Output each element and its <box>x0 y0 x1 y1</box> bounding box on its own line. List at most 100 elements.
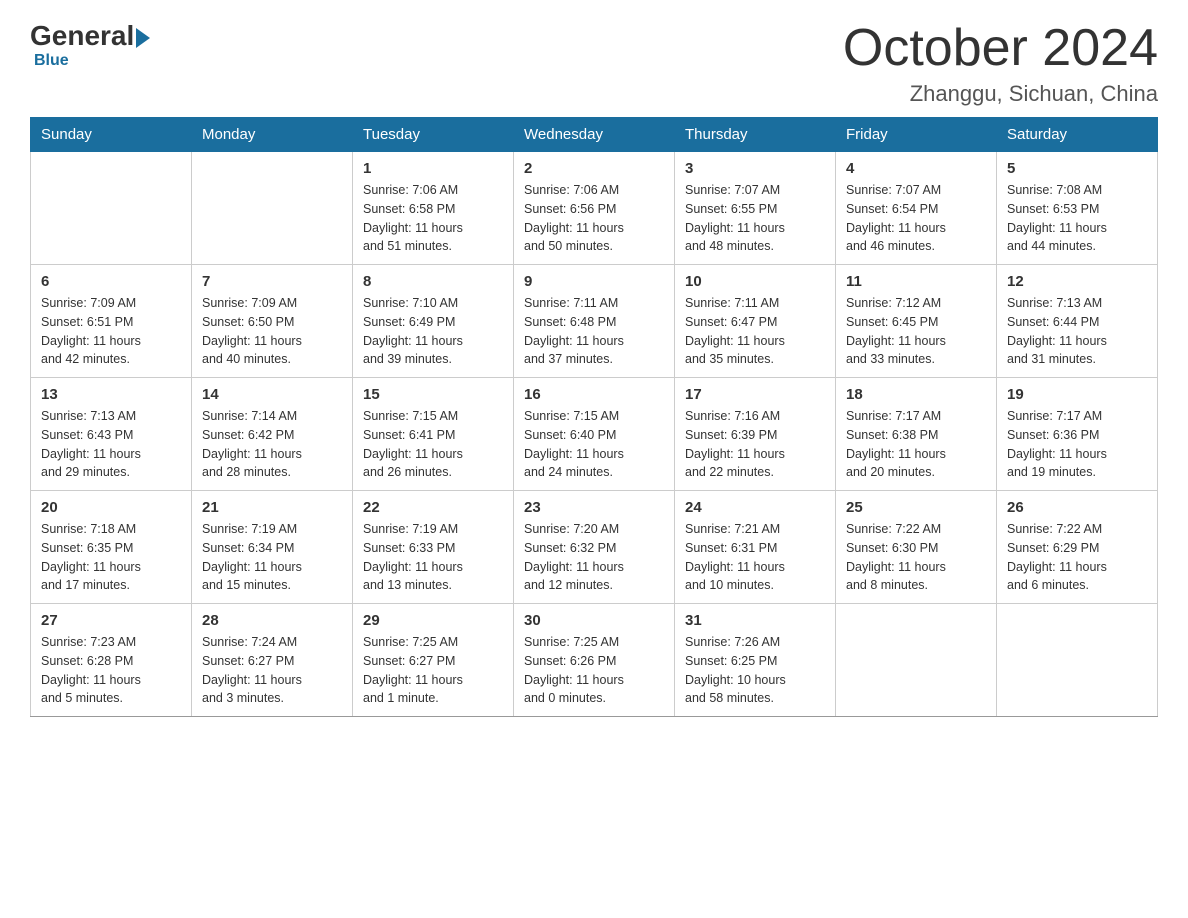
calendar-cell: 25Sunrise: 7:22 AMSunset: 6:30 PMDayligh… <box>836 491 997 604</box>
calendar-cell: 12 Sunrise: 7:13 AMSunset: 6:44 PMDayligh… <box>997 265 1158 378</box>
calendar-cell: 31Sunrise: 7:26 AMSunset: 6:25 PMDayligh… <box>675 604 836 717</box>
calendar-week-5: 27 Sunrise: 7:23 AMSunset: 6:28 PMDayligh… <box>31 604 1158 717</box>
day-number: 17 <box>685 386 825 403</box>
calendar-cell: 17 Sunrise: 7:16 AMSunset: 6:39 PMDayligh… <box>675 378 836 491</box>
day-number: 18 <box>846 386 986 403</box>
calendar-header-tuesday: Tuesday <box>353 118 514 152</box>
day-number: 7 <box>202 273 342 290</box>
day-info: Sunrise: 7:20 AMSunset: 6:32 PMDaylight:… <box>524 520 664 595</box>
day-info: Sunrise: 7:14 AMSunset: 6:42 PMDaylight:… <box>202 407 342 482</box>
day-number: 30 <box>524 612 664 629</box>
calendar-cell: 8 Sunrise: 7:10 AMSunset: 6:49 PMDaylight… <box>353 265 514 378</box>
day-info: Sunrise: 7:06 AMSunset: 6:58 PMDaylight:… <box>363 181 503 256</box>
day-info: Sunrise: 7:09 AMSunset: 6:50 PMDaylight:… <box>202 294 342 369</box>
day-info: Sunrise: 7:19 AMSunset: 6:33 PMDaylight:… <box>363 520 503 595</box>
title-area: October 2024 Zhanggu, Sichuan, China <box>843 20 1158 107</box>
day-number: 20 <box>41 499 181 516</box>
day-number: 3 <box>685 160 825 177</box>
day-info: Sunrise: 7:22 AMSunset: 6:29 PMDaylight:… <box>1007 520 1147 595</box>
day-number: 15 <box>363 386 503 403</box>
calendar-cell: 3 Sunrise: 7:07 AMSunset: 6:55 PMDaylight… <box>675 152 836 265</box>
day-info: Sunrise: 7:06 AMSunset: 6:56 PMDaylight:… <box>524 181 664 256</box>
calendar-cell: 1 Sunrise: 7:06 AMSunset: 6:58 PMDaylight… <box>353 152 514 265</box>
day-info: Sunrise: 7:07 AMSunset: 6:54 PMDaylight:… <box>846 181 986 256</box>
calendar-cell: 21Sunrise: 7:19 AMSunset: 6:34 PMDayligh… <box>192 491 353 604</box>
logo: General Blue <box>30 20 150 70</box>
location-title: Zhanggu, Sichuan, China <box>843 81 1158 107</box>
day-number: 27 <box>41 612 181 629</box>
calendar-cell: 15 Sunrise: 7:15 AMSunset: 6:41 PMDayligh… <box>353 378 514 491</box>
day-number: 2 <box>524 160 664 177</box>
calendar-cell: 10Sunrise: 7:11 AMSunset: 6:47 PMDayligh… <box>675 265 836 378</box>
day-info: Sunrise: 7:23 AMSunset: 6:28 PMDaylight:… <box>41 633 181 708</box>
day-info: Sunrise: 7:15 AMSunset: 6:41 PMDaylight:… <box>363 407 503 482</box>
day-number: 21 <box>202 499 342 516</box>
logo-general-text: General <box>30 20 134 52</box>
day-info: Sunrise: 7:10 AMSunset: 6:49 PMDaylight:… <box>363 294 503 369</box>
calendar-cell: 22 Sunrise: 7:19 AMSunset: 6:33 PMDayligh… <box>353 491 514 604</box>
calendar-week-4: 20 Sunrise: 7:18 AMSunset: 6:35 PMDayligh… <box>31 491 1158 604</box>
logo-arrow-icon <box>136 28 150 48</box>
calendar-cell: 28 Sunrise: 7:24 AMSunset: 6:27 PMDayligh… <box>192 604 353 717</box>
calendar-table: SundayMondayTuesdayWednesdayThursdayFrid… <box>30 117 1158 717</box>
calendar-cell: 6 Sunrise: 7:09 AMSunset: 6:51 PMDaylight… <box>31 265 192 378</box>
calendar-cell: 2 Sunrise: 7:06 AMSunset: 6:56 PMDaylight… <box>514 152 675 265</box>
day-info: Sunrise: 7:25 AMSunset: 6:26 PMDaylight:… <box>524 633 664 708</box>
day-info: Sunrise: 7:11 AMSunset: 6:47 PMDaylight:… <box>685 294 825 369</box>
day-number: 12 <box>1007 273 1147 290</box>
calendar-cell: 23 Sunrise: 7:20 AMSunset: 6:32 PMDayligh… <box>514 491 675 604</box>
calendar-cell <box>997 604 1158 717</box>
calendar-week-3: 13 Sunrise: 7:13 AMSunset: 6:43 PMDayligh… <box>31 378 1158 491</box>
day-number: 4 <box>846 160 986 177</box>
day-info: Sunrise: 7:22 AMSunset: 6:30 PMDaylight:… <box>846 520 986 595</box>
day-number: 5 <box>1007 160 1147 177</box>
logo-blue-text: Blue <box>34 52 69 70</box>
calendar-cell: 5 Sunrise: 7:08 AMSunset: 6:53 PMDaylight… <box>997 152 1158 265</box>
day-info: Sunrise: 7:25 AMSunset: 6:27 PMDaylight:… <box>363 633 503 708</box>
day-number: 14 <box>202 386 342 403</box>
day-number: 22 <box>363 499 503 516</box>
calendar-cell <box>836 604 997 717</box>
calendar-header-saturday: Saturday <box>997 118 1158 152</box>
calendar-header-monday: Monday <box>192 118 353 152</box>
day-info: Sunrise: 7:17 AMSunset: 6:36 PMDaylight:… <box>1007 407 1147 482</box>
day-info: Sunrise: 7:13 AMSunset: 6:44 PMDaylight:… <box>1007 294 1147 369</box>
calendar-cell <box>192 152 353 265</box>
day-info: Sunrise: 7:26 AMSunset: 6:25 PMDaylight:… <box>685 633 825 708</box>
day-info: Sunrise: 7:13 AMSunset: 6:43 PMDaylight:… <box>41 407 181 482</box>
day-info: Sunrise: 7:08 AMSunset: 6:53 PMDaylight:… <box>1007 181 1147 256</box>
day-info: Sunrise: 7:09 AMSunset: 6:51 PMDaylight:… <box>41 294 181 369</box>
day-number: 23 <box>524 499 664 516</box>
calendar-header-friday: Friday <box>836 118 997 152</box>
day-number: 1 <box>363 160 503 177</box>
calendar-cell: 26Sunrise: 7:22 AMSunset: 6:29 PMDayligh… <box>997 491 1158 604</box>
day-number: 28 <box>202 612 342 629</box>
calendar-cell: 29Sunrise: 7:25 AMSunset: 6:27 PMDayligh… <box>353 604 514 717</box>
day-number: 6 <box>41 273 181 290</box>
day-number: 8 <box>363 273 503 290</box>
day-info: Sunrise: 7:18 AMSunset: 6:35 PMDaylight:… <box>41 520 181 595</box>
day-number: 9 <box>524 273 664 290</box>
calendar-cell: 14 Sunrise: 7:14 AMSunset: 6:42 PMDayligh… <box>192 378 353 491</box>
calendar-cell: 9 Sunrise: 7:11 AMSunset: 6:48 PMDaylight… <box>514 265 675 378</box>
calendar-header-sunday: Sunday <box>31 118 192 152</box>
day-info: Sunrise: 7:11 AMSunset: 6:48 PMDaylight:… <box>524 294 664 369</box>
calendar-cell: 27 Sunrise: 7:23 AMSunset: 6:28 PMDayligh… <box>31 604 192 717</box>
calendar-cell: 11Sunrise: 7:12 AMSunset: 6:45 PMDayligh… <box>836 265 997 378</box>
day-info: Sunrise: 7:17 AMSunset: 6:38 PMDaylight:… <box>846 407 986 482</box>
day-info: Sunrise: 7:24 AMSunset: 6:27 PMDaylight:… <box>202 633 342 708</box>
day-info: Sunrise: 7:12 AMSunset: 6:45 PMDaylight:… <box>846 294 986 369</box>
calendar-header-row: SundayMondayTuesdayWednesdayThursdayFrid… <box>31 118 1158 152</box>
calendar-cell <box>31 152 192 265</box>
day-info: Sunrise: 7:07 AMSunset: 6:55 PMDaylight:… <box>685 181 825 256</box>
calendar-cell: 7 Sunrise: 7:09 AMSunset: 6:50 PMDaylight… <box>192 265 353 378</box>
calendar-header-wednesday: Wednesday <box>514 118 675 152</box>
day-number: 13 <box>41 386 181 403</box>
day-info: Sunrise: 7:15 AMSunset: 6:40 PMDaylight:… <box>524 407 664 482</box>
logo-text: General <box>30 20 150 52</box>
calendar-cell: 19Sunrise: 7:17 AMSunset: 6:36 PMDayligh… <box>997 378 1158 491</box>
day-info: Sunrise: 7:16 AMSunset: 6:39 PMDaylight:… <box>685 407 825 482</box>
day-info: Sunrise: 7:21 AMSunset: 6:31 PMDaylight:… <box>685 520 825 595</box>
calendar-header-thursday: Thursday <box>675 118 836 152</box>
calendar-cell: 24Sunrise: 7:21 AMSunset: 6:31 PMDayligh… <box>675 491 836 604</box>
